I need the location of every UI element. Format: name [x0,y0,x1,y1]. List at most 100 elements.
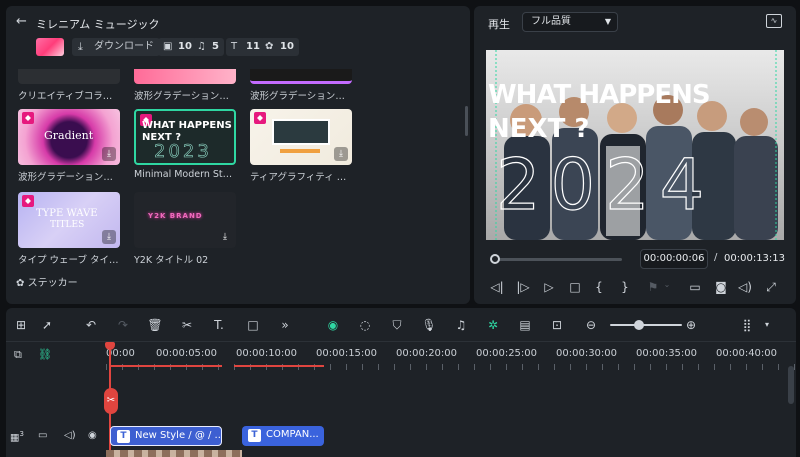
render-range-bar [234,365,324,367]
library-title: ミレニアム ミュージック [36,18,160,31]
title-clip[interactable]: T COMPAN... [242,426,324,446]
undo-icon[interactable]: ↶ [82,317,100,333]
split-scissors-icon[interactable]: ✂ [104,388,118,414]
timeline-toolbar: ⊞ ➚ ↶ ↷ 🗑 ✂ T. □ » ◉ ◌ ⛉ 🎙 ♫ ✲ ▤ ⊡ ⊖ ⊕ ⣿… [6,308,796,342]
library-item[interactable]: Y2K BRAND ⤓ Y2K タイトル 02 [134,192,236,266]
camera-icon[interactable]: ◙ [712,280,730,294]
volume-icon[interactable]: ◁) [736,280,754,294]
clip-label: New Style / @ / ... [135,430,222,441]
quality-select[interactable]: フル品質 ▼ [522,12,618,32]
library-item[interactable]: TYPE WAVE TITLES ⤓ タイプ ウェーブ タイト... [18,192,120,266]
scissors-icon[interactable]: ✂ [178,317,196,333]
item-label: ティアグラフィティ VI... [250,172,352,183]
current-timecode[interactable]: 00:00:00:06 [640,249,708,269]
library-item[interactable]: Gradient ⤓ 波形グラデーションパ... [18,109,120,183]
item-thumbnail [250,69,352,84]
item-label: 波形グラデーションパ... [250,91,352,102]
item-thumbnail [18,69,120,84]
item-label: クリエイティブコラー... [18,91,120,102]
timeline-panel: ⊞ ➚ ↶ ↷ 🗑 ✂ T. □ » ◉ ◌ ⛉ 🎙 ♫ ✲ ▤ ⊡ ⊖ ⊕ ⣿… [6,308,796,457]
folder-icon[interactable]: ▭ [38,430,47,441]
sticker-section[interactable]: ✿ ステッカー [16,274,78,289]
player-panel: 再生 フル品質 ▼ ∿ WHAT HAPPENS NEXT ? 2024 00:… [474,6,796,304]
text-clip-icon: T [248,429,261,442]
ai-assistant-icon[interactable]: ◉ [324,317,342,333]
ruler-label: 00:00:15:00 [316,348,378,359]
track-options-icon[interactable]: ⣿ [738,317,756,333]
ruler-label: 00:00:30:00 [556,348,618,359]
item-thumbnail [134,69,236,84]
sticker-icon: ✿ [16,278,25,289]
back-arrow-icon[interactable]: ← [16,14,27,29]
zoom-slider[interactable] [610,324,682,326]
library-scrollbar[interactable] [465,106,468,136]
mark-in-icon[interactable]: { [590,280,608,294]
zoom-out-icon[interactable]: ⊖ [582,317,600,333]
progress-knob[interactable] [490,254,500,264]
waveform-icon[interactable]: ∿ [766,14,782,28]
stat-count: 10 [178,41,192,52]
add-track-icon[interactable]: ⧉ [14,348,22,362]
shield-icon[interactable]: ⛉ [388,317,406,333]
ruler-label: 00:00:05:00 [156,348,218,359]
link-icon[interactable]: ⛓ [38,348,52,361]
mark-out-icon[interactable]: } [616,280,634,294]
snap-icon[interactable]: ✲ [484,317,502,333]
library-item[interactable]: ⤓ ティアグラフィティ VI... [250,109,352,183]
delete-icon[interactable]: 🗑 [146,317,164,333]
download-icon[interactable]: ⤓ [102,147,116,161]
fit-icon[interactable]: ⊡ [548,317,566,333]
speed-icon[interactable]: ◌ [356,317,374,333]
timeline-scrollbar[interactable] [788,366,794,404]
more-icon[interactable]: » [276,317,294,333]
playback-progress[interactable] [490,254,622,264]
prev-frame-icon[interactable]: ◁| [488,280,506,294]
layout-grid-icon[interactable]: ⊞ [12,317,30,333]
chevron-down-icon[interactable]: ▾ [758,317,776,333]
fullscreen-icon[interactable]: ⤢ [762,280,780,295]
video-preview[interactable]: WHAT HAPPENS NEXT ? 2024 [486,50,784,240]
download-icon[interactable]: ⤓ [218,230,232,244]
text-clip-icon: T [117,430,130,443]
ruler-label: 00:00:35:00 [636,348,698,359]
library-item[interactable]: クリエイティブコラー... [18,54,120,102]
crop-icon[interactable]: □ [244,317,262,333]
library-item[interactable]: 波形グラデーションパ... [250,54,352,102]
download-icon[interactable]: ⤓ [334,147,348,161]
item-thumbnail: Y2K BRAND ⤓ [134,192,236,248]
thumb-stripe [280,149,320,153]
item-label: タイプ ウェーブ タイト... [18,255,120,266]
text-tool-icon[interactable]: T. [210,317,228,333]
sticker-label: ステッカー [27,278,78,289]
item-thumbnail: WHAT HAPPENS NEXT ? 2023 [134,109,236,165]
display-icon[interactable]: ▭ [686,280,704,294]
next-frame-icon[interactable]: |▷ [514,280,532,294]
clip-label: COMPAN... [266,429,319,440]
zoom-in-icon[interactable]: ⊕ [682,317,700,333]
chevron-down-icon[interactable]: ⌄ [658,280,676,289]
preview-render-icon[interactable]: ▤ [516,317,534,333]
video-clip-strip[interactable] [106,450,242,457]
library-item[interactable]: 波形グラデーションパ... [134,54,236,102]
select-arrow-icon[interactable]: ➚ [38,317,56,333]
track-type-icon: ▦3 [10,430,24,444]
premium-gem-icon [22,195,34,207]
music-list-icon[interactable]: ♫ [452,317,470,333]
play-icon[interactable]: ▷ [540,280,558,294]
title-clip-selected[interactable]: T New Style / @ / ... [110,426,222,446]
volume-icon[interactable]: ◁) [64,430,76,441]
eye-icon[interactable]: ◉ [88,430,97,441]
redo-icon[interactable]: ↷ [114,317,132,333]
item-thumbnail: Gradient ⤓ [18,109,120,165]
item-label: 波形グラデーションパ... [134,91,236,102]
library-item-selected[interactable]: WHAT HAPPENS NEXT ? 2023 Minimal Modern … [134,109,236,180]
stop-icon[interactable]: □ [566,280,584,294]
ruler-label: 00:00:10:00 [236,348,298,359]
thumb-line1: TYPE WAVE [36,208,98,219]
zoom-knob[interactable] [634,320,644,330]
thumb-line1: WHAT HAPPENS [142,120,232,131]
ruler-label: 00:00:20:00 [396,348,458,359]
microphone-icon[interactable]: 🎙 [420,317,438,333]
download-icon[interactable]: ⤓ [102,230,116,244]
preview-year: 2024 [495,144,715,226]
